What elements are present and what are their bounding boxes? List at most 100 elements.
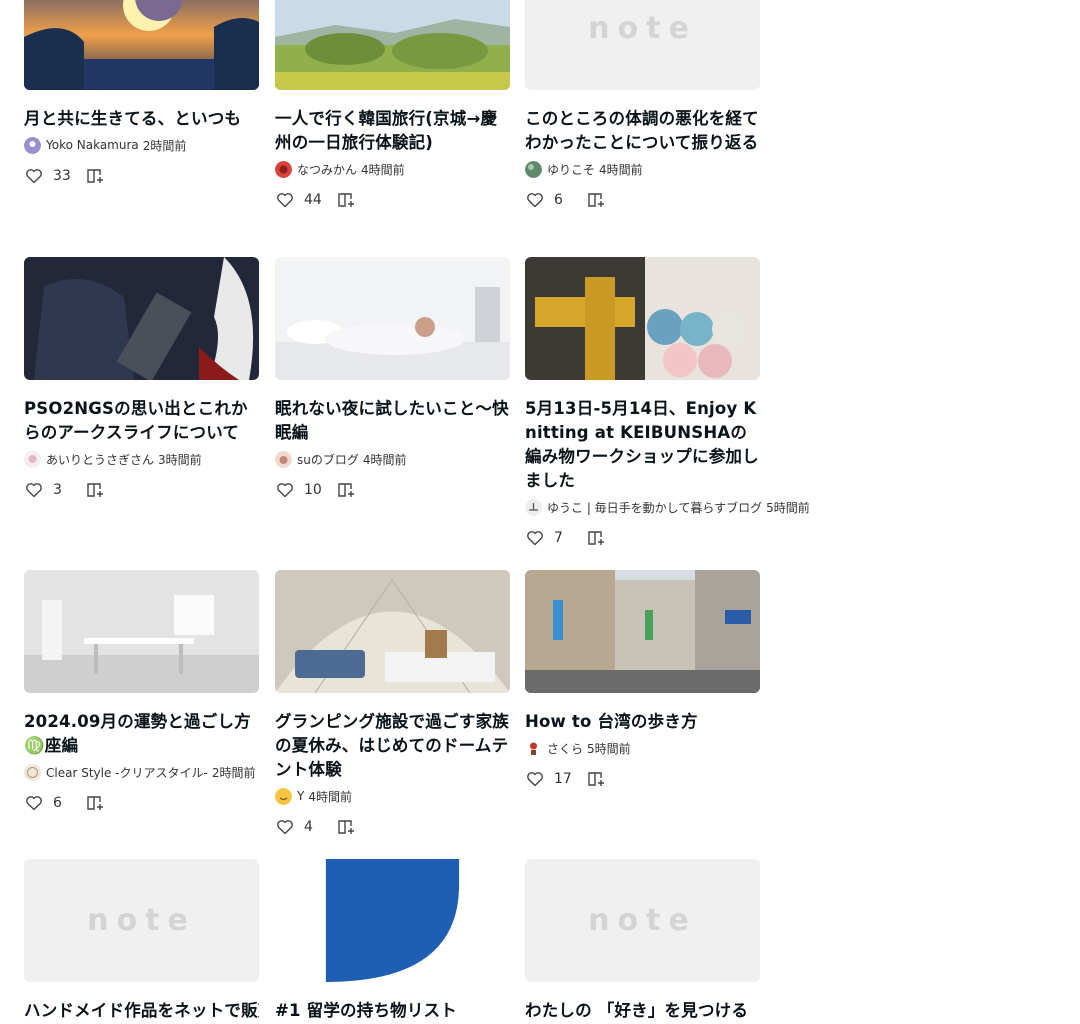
add-to-magazine-icon[interactable]: [586, 190, 606, 210]
avatar[interactable]: [525, 739, 542, 757]
like-count: 3: [53, 482, 62, 498]
like-count: 7: [554, 530, 563, 546]
article-title[interactable]: How to 台湾の歩き方: [525, 710, 760, 734]
post-age: 4時間前: [361, 162, 405, 177]
article-title[interactable]: 2024.09月の運勢と過ごし方♍️座編: [24, 710, 259, 758]
article-actions: 6: [24, 793, 259, 813]
heart-icon[interactable]: [525, 190, 545, 210]
avatar[interactable]: [275, 787, 292, 805]
add-to-magazine-icon[interactable]: [586, 528, 606, 548]
article-thumbnail[interactable]: [24, 0, 259, 90]
article-card[interactable]: グランピング施設で過ごす家族の夏休み、はじめてのドームテント体験 Y 4時間前 …: [275, 570, 510, 837]
article-card[interactable]: 5月13日-5月14日、Enjoy Knitting at KEIBUNSHAの…: [525, 257, 810, 548]
article-thumbnail[interactable]: note: [525, 0, 760, 90]
note-logo: note: [87, 903, 196, 938]
article-thumbnail[interactable]: 留学の持ち物リスト Travel The World #1: [275, 859, 510, 982]
author-name[interactable]: suのブログ: [297, 451, 359, 468]
article-title[interactable]: 月と共に生きてる、といつも: [24, 107, 259, 131]
article-thumbnail[interactable]: note: [525, 859, 760, 982]
heart-icon[interactable]: [525, 769, 545, 789]
article-actions: 33: [24, 166, 259, 186]
article-card[interactable]: 月と共に生きてる、といつも Yoko Nakamura 2時間前 33: [24, 0, 259, 186]
article-thumbnail[interactable]: [275, 257, 510, 380]
article-actions: 3: [24, 480, 259, 500]
heart-icon[interactable]: [24, 793, 44, 813]
post-age: 4時間前: [308, 789, 352, 804]
article-title[interactable]: わたしの 「好き」を見つける: [525, 999, 760, 1023]
post-age: 4時間前: [362, 452, 407, 467]
heart-icon[interactable]: [275, 817, 295, 837]
author-name[interactable]: Clear Style -クリアスタイル-: [46, 764, 208, 781]
add-to-magazine-icon[interactable]: [336, 817, 356, 837]
article-title[interactable]: このところの体調の悪化を経てわかったことについて振り返る: [525, 107, 760, 155]
like-count: 4: [304, 819, 313, 835]
author-name[interactable]: なつみかん: [297, 161, 357, 178]
article-card[interactable]: note このところの体調の悪化を経てわかったことについて振り返る ゆりこそ 4…: [525, 0, 760, 210]
avatar[interactable]: [275, 160, 292, 178]
add-to-magazine-icon[interactable]: [85, 793, 105, 813]
like-count: 6: [53, 795, 62, 811]
article-thumbnail[interactable]: note: [24, 859, 259, 982]
avatar[interactable]: [525, 498, 542, 516]
article-actions: 44: [275, 190, 510, 210]
article-title[interactable]: 一人で行く韓国旅行(京城→慶州の一日旅行体験記): [275, 107, 510, 155]
article-actions: 7: [525, 528, 760, 548]
note-logo: note: [588, 903, 697, 938]
add-to-magazine-icon[interactable]: [336, 190, 356, 210]
article-title[interactable]: #1 留学の持ち物リスト: [275, 999, 510, 1023]
author-info[interactable]: あいりとうさぎさん 3時間前: [24, 450, 259, 468]
avatar[interactable]: [24, 136, 41, 154]
author-info[interactable]: Yoko Nakamura 2時間前: [24, 136, 259, 154]
article-title[interactable]: PSO2NGSの思い出とこれからのアークスライフについて: [24, 397, 259, 445]
heart-icon[interactable]: [24, 166, 44, 186]
author-info[interactable]: さくら 5時間前: [525, 739, 760, 757]
author-name[interactable]: ゆうこ | 毎日手を動かして暮らすブログ: [547, 499, 762, 516]
article-title[interactable]: 5月13日-5月14日、Enjoy Knitting at KEIBUNSHAの…: [525, 397, 760, 493]
author-name[interactable]: さくら: [547, 740, 583, 757]
add-to-magazine-icon[interactable]: [85, 166, 105, 186]
article-card[interactable]: PSO2NGSの思い出とこれからのアークスライフについて あいりとうさぎさん 3…: [24, 257, 259, 500]
avatar[interactable]: [525, 160, 542, 178]
author-info[interactable]: なつみかん 4時間前: [275, 160, 510, 178]
like-count: 33: [53, 168, 71, 184]
post-age: 3時間前: [158, 452, 202, 467]
heart-icon[interactable]: [275, 190, 295, 210]
article-actions: 10: [275, 480, 510, 500]
article-title[interactable]: グランピング施設で過ごす家族の夏休み、はじめてのドームテント体験: [275, 710, 510, 782]
author-info[interactable]: ゆうこ | 毎日手を動かして暮らすブログ 5時間前: [525, 498, 810, 516]
add-to-magazine-icon[interactable]: [85, 480, 105, 500]
article-card[interactable]: 一人で行く韓国旅行(京城→慶州の一日旅行体験記) なつみかん 4時間前 44: [275, 0, 510, 210]
article-card[interactable]: 眠れない夜に試したいこと〜快眠編 suのブログ 4時間前 10: [275, 257, 510, 500]
avatar[interactable]: [24, 763, 41, 781]
article-thumbnail[interactable]: [24, 570, 259, 693]
add-to-magazine-icon[interactable]: [586, 769, 606, 789]
author-name[interactable]: ゆりこそ: [547, 161, 595, 178]
article-thumbnail[interactable]: [525, 570, 760, 693]
article-card[interactable]: 留学の持ち物リスト Travel The World #1 #1 留学の持ち物リ…: [275, 859, 510, 1023]
post-age: 2時間前: [211, 765, 256, 780]
author-name[interactable]: あいりとうさぎさん: [46, 451, 154, 468]
article-thumbnail[interactable]: [275, 0, 510, 90]
heart-icon[interactable]: [24, 480, 44, 500]
article-thumbnail[interactable]: [275, 570, 510, 693]
author-info[interactable]: Y 4時間前: [275, 787, 510, 805]
author-info[interactable]: Clear Style -クリアスタイル- 2時間前: [24, 763, 259, 781]
avatar[interactable]: [275, 450, 292, 468]
add-to-magazine-icon[interactable]: [336, 480, 356, 500]
article-title[interactable]: ハンドメイド作品をネットで販売するときに気をつけたいこと: [24, 999, 259, 1023]
heart-icon[interactable]: [525, 528, 545, 548]
avatar[interactable]: [24, 450, 41, 468]
article-title[interactable]: 眠れない夜に試したいこと〜快眠編: [275, 397, 510, 445]
author-info[interactable]: suのブログ 4時間前: [275, 450, 510, 468]
article-card[interactable]: How to 台湾の歩き方 さくら 5時間前 17: [525, 570, 760, 789]
heart-icon[interactable]: [275, 480, 295, 500]
author-info[interactable]: ゆりこそ 4時間前: [525, 160, 760, 178]
article-card[interactable]: note わたしの 「好き」を見つける: [525, 859, 760, 1023]
article-card[interactable]: 2024.09月の運勢と過ごし方♍️座編 Clear Style -クリアスタイ…: [24, 570, 259, 813]
article-thumbnail[interactable]: [525, 257, 760, 380]
author-name[interactable]: Yoko Nakamura: [46, 138, 139, 152]
article-thumbnail[interactable]: [24, 257, 259, 380]
author-name[interactable]: Y: [297, 789, 304, 803]
article-card[interactable]: note ハンドメイド作品をネットで販売するときに気をつけたいこと: [24, 859, 259, 1023]
post-age: 5時間前: [766, 500, 810, 515]
